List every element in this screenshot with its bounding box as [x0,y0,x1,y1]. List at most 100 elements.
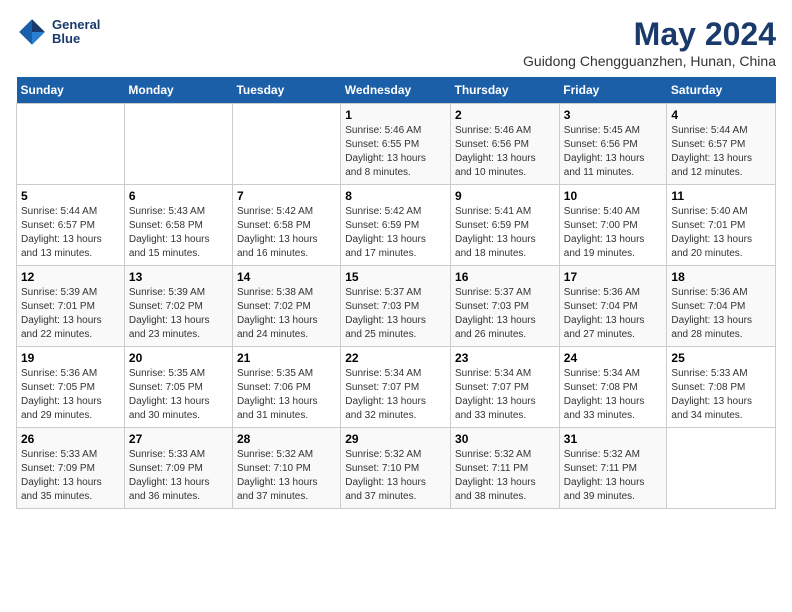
week-row-2: 5 Sunrise: 5:44 AM Sunset: 6:57 PM Daylig… [17,185,776,266]
calendar-cell: 16Sunrise: 5:37 AM Sunset: 7:03 PM Dayli… [451,266,560,347]
calendar-cell: 31 Sunrise: 5:32 AM Sunset: 7:11 PM Dayli… [559,428,667,509]
title-block: May 2024 Guidong Chengguanzhen, Hunan, C… [523,16,776,69]
day-number: 15 [345,270,446,284]
day-info: Sunrise: 5:32 AM Sunset: 7:11 PM Dayligh… [564,448,663,504]
day-number: 16 [455,270,555,284]
day-info: Sunrise: 5:34 AM Sunset: 7:07 PM Dayligh… [345,367,446,423]
calendar-cell: 20 Sunrise: 5:35 AM Sunset: 7:05 PM Dayli… [124,347,232,428]
day-info: Sunrise: 5:33 AM Sunset: 7:09 PM Dayligh… [21,448,120,504]
day-number: 20 [129,351,228,365]
week-row-3: 12Sunrise: 5:39 AM Sunset: 7:01 PM Dayli… [17,266,776,347]
day-number: 18 [671,270,771,284]
day-number: 10 [564,189,663,203]
day-info: Sunrise: 5:40 AM Sunset: 7:01 PM Dayligh… [671,205,771,261]
day-info: Sunrise: 5:45 AM Sunset: 6:56 PM Dayligh… [564,124,663,180]
day-info: Sunrise: 5:36 AM Sunset: 7:04 PM Dayligh… [671,286,771,342]
day-header-saturday: Saturday [667,77,776,104]
calendar-cell: 27Sunrise: 5:33 AM Sunset: 7:09 PM Dayli… [124,428,232,509]
day-info: Sunrise: 5:34 AM Sunset: 7:08 PM Dayligh… [564,367,663,423]
day-info: Sunrise: 5:35 AM Sunset: 7:05 PM Dayligh… [129,367,228,423]
main-title: May 2024 [523,16,776,53]
day-number: 25 [671,351,771,365]
calendar-cell: 12Sunrise: 5:39 AM Sunset: 7:01 PM Dayli… [17,266,125,347]
logo-icon [16,16,48,48]
day-number: 6 [129,189,228,203]
day-info: Sunrise: 5:42 AM Sunset: 6:58 PM Dayligh… [237,205,336,261]
day-info: Sunrise: 5:46 AM Sunset: 6:55 PM Dayligh… [345,124,446,180]
day-number: 26 [21,432,120,446]
day-number: 27 [129,432,228,446]
day-number: 22 [345,351,446,365]
calendar-cell [232,104,340,185]
day-number: 4 [671,108,771,122]
day-info: Sunrise: 5:35 AM Sunset: 7:06 PM Dayligh… [237,367,336,423]
day-number: 29 [345,432,446,446]
calendar-cell: 13 Sunrise: 5:39 AM Sunset: 7:02 PM Dayli… [124,266,232,347]
day-info: Sunrise: 5:34 AM Sunset: 7:07 PM Dayligh… [455,367,555,423]
day-info: Sunrise: 5:44 AM Sunset: 6:57 PM Dayligh… [21,205,120,261]
day-number: 7 [237,189,336,203]
calendar-cell: 30Sunrise: 5:32 AM Sunset: 7:11 PM Dayli… [451,428,560,509]
calendar-cell [17,104,125,185]
day-number: 31 [564,432,663,446]
day-number: 8 [345,189,446,203]
calendar-cell: 4 Sunrise: 5:44 AM Sunset: 6:57 PM Daylig… [667,104,776,185]
day-number: 9 [455,189,555,203]
calendar-cell: 9 Sunrise: 5:41 AM Sunset: 6:59 PM Daylig… [451,185,560,266]
calendar-cell: 23 Sunrise: 5:34 AM Sunset: 7:07 PM Dayli… [451,347,560,428]
calendar-cell: 25Sunrise: 5:33 AM Sunset: 7:08 PM Dayli… [667,347,776,428]
logo-line1: General [52,18,100,32]
day-number: 17 [564,270,663,284]
calendar-cell: 21Sunrise: 5:35 AM Sunset: 7:06 PM Dayli… [232,347,340,428]
logo: General Blue [16,16,100,48]
day-info: Sunrise: 5:39 AM Sunset: 7:01 PM Dayligh… [21,286,120,342]
calendar-cell: 8 Sunrise: 5:42 AM Sunset: 6:59 PM Daylig… [341,185,451,266]
day-header-tuesday: Tuesday [232,77,340,104]
day-info: Sunrise: 5:37 AM Sunset: 7:03 PM Dayligh… [345,286,446,342]
calendar-cell: 15 Sunrise: 5:37 AM Sunset: 7:03 PM Dayli… [341,266,451,347]
calendar-cell: 26 Sunrise: 5:33 AM Sunset: 7:09 PM Dayli… [17,428,125,509]
day-info: Sunrise: 5:41 AM Sunset: 6:59 PM Dayligh… [455,205,555,261]
calendar-cell: 7 Sunrise: 5:42 AM Sunset: 6:58 PM Daylig… [232,185,340,266]
calendar-cell: 1 Sunrise: 5:46 AM Sunset: 6:55 PM Daylig… [341,104,451,185]
day-number: 24 [564,351,663,365]
calendar-cell: 2 Sunrise: 5:46 AM Sunset: 6:56 PM Daylig… [451,104,560,185]
calendar-body: 1 Sunrise: 5:46 AM Sunset: 6:55 PM Daylig… [17,104,776,509]
day-number: 2 [455,108,555,122]
day-header-wednesday: Wednesday [341,77,451,104]
day-info: Sunrise: 5:36 AM Sunset: 7:04 PM Dayligh… [564,286,663,342]
calendar-cell: 6 Sunrise: 5:43 AM Sunset: 6:58 PM Daylig… [124,185,232,266]
day-header-sunday: Sunday [17,77,125,104]
calendar-cell: 11Sunrise: 5:40 AM Sunset: 7:01 PM Dayli… [667,185,776,266]
day-number: 23 [455,351,555,365]
calendar-cell: 17 Sunrise: 5:36 AM Sunset: 7:04 PM Dayli… [559,266,667,347]
day-number: 5 [21,189,120,203]
calendar-cell: 28Sunrise: 5:32 AM Sunset: 7:10 PM Dayli… [232,428,340,509]
day-number: 13 [129,270,228,284]
logo-text: General Blue [52,18,100,47]
calendar-cell: 19 Sunrise: 5:36 AM Sunset: 7:05 PM Dayli… [17,347,125,428]
week-row-5: 26 Sunrise: 5:33 AM Sunset: 7:09 PM Dayli… [17,428,776,509]
week-row-1: 1 Sunrise: 5:46 AM Sunset: 6:55 PM Daylig… [17,104,776,185]
logo-line2: Blue [52,32,100,46]
day-info: Sunrise: 5:39 AM Sunset: 7:02 PM Dayligh… [129,286,228,342]
day-info: Sunrise: 5:44 AM Sunset: 6:57 PM Dayligh… [671,124,771,180]
day-info: Sunrise: 5:42 AM Sunset: 6:59 PM Dayligh… [345,205,446,261]
day-number: 1 [345,108,446,122]
day-info: Sunrise: 5:43 AM Sunset: 6:58 PM Dayligh… [129,205,228,261]
day-number: 19 [21,351,120,365]
subtitle: Guidong Chengguanzhen, Hunan, China [523,53,776,69]
calendar-cell: 18 Sunrise: 5:36 AM Sunset: 7:04 PM Dayli… [667,266,776,347]
calendar-cell: 22 Sunrise: 5:34 AM Sunset: 7:07 PM Dayli… [341,347,451,428]
calendar-table: SundayMondayTuesdayWednesdayThursdayFrid… [16,77,776,509]
day-header-thursday: Thursday [451,77,560,104]
calendar-cell [667,428,776,509]
calendar-header-row: SundayMondayTuesdayWednesdayThursdayFrid… [17,77,776,104]
day-info: Sunrise: 5:32 AM Sunset: 7:10 PM Dayligh… [237,448,336,504]
day-number: 14 [237,270,336,284]
day-info: Sunrise: 5:36 AM Sunset: 7:05 PM Dayligh… [21,367,120,423]
calendar-cell [124,104,232,185]
week-row-4: 19 Sunrise: 5:36 AM Sunset: 7:05 PM Dayli… [17,347,776,428]
day-info: Sunrise: 5:46 AM Sunset: 6:56 PM Dayligh… [455,124,555,180]
calendar-cell: 3Sunrise: 5:45 AM Sunset: 6:56 PM Daylig… [559,104,667,185]
